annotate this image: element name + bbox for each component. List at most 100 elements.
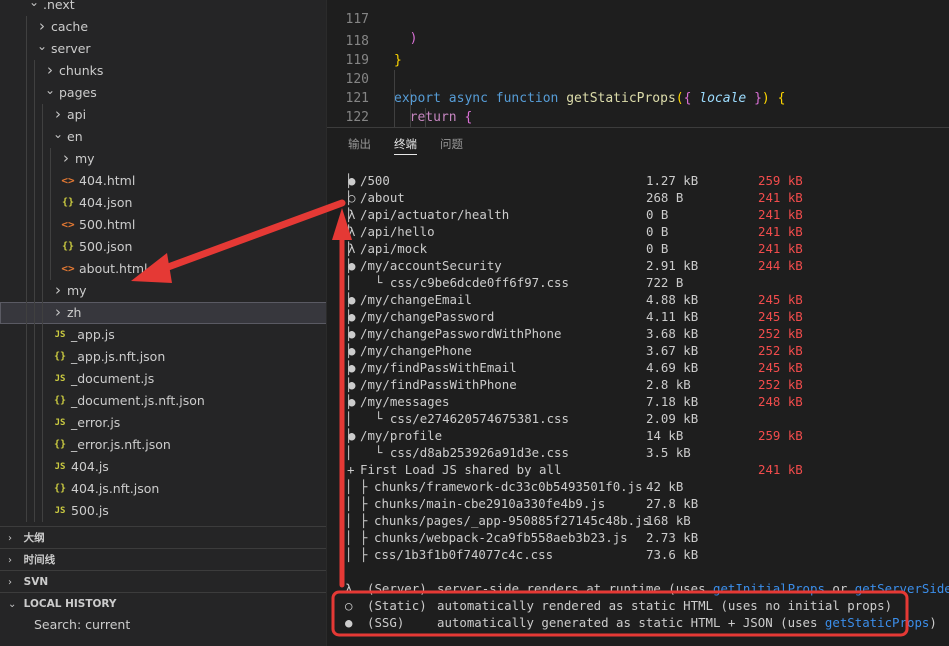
terminal-output[interactable]: │ ● /500 1.27 kB 259 kB │ ○ /about 268 B 241 kB │ λ… xyxy=(327,172,949,646)
tab-terminal[interactable]: 终端 xyxy=(394,135,417,155)
tree-item-label: 404.js xyxy=(71,459,109,474)
legend-desc-text: automatically generated as static HTML +… xyxy=(437,615,825,630)
tree-indent-guide xyxy=(34,258,35,280)
tree-indent-guide xyxy=(42,280,43,302)
route-size: 0 B xyxy=(646,207,669,222)
js-file-icon: JS xyxy=(54,462,66,472)
tab-output[interactable]: 输出 xyxy=(348,135,371,155)
legend-link[interactable]: getStaticProps xyxy=(825,615,929,630)
tree-file[interactable]: JS _document.js xyxy=(0,368,326,390)
route-size: 268 B xyxy=(646,190,684,205)
tree-folder[interactable]: › zh xyxy=(0,302,326,324)
tree-file[interactable]: JS 404.js xyxy=(0,456,326,478)
section-label: SVN xyxy=(23,576,49,588)
tree-folder[interactable]: ⌄ en xyxy=(0,126,326,148)
tree-file[interactable]: {} _app.js.nft.json xyxy=(0,346,326,368)
tree-item-label: my xyxy=(75,151,95,166)
chevron-right-icon: › xyxy=(47,61,53,79)
terminal-line: │ λ/api/hello 0 B 241 kB xyxy=(327,223,949,240)
terminal-line: │ ●/my/changePhone 3.67 kB 252 kB xyxy=(327,342,949,359)
terminal-line: │ ●/my/changeEmail 4.88 kB 245 kB xyxy=(327,291,949,308)
route-path: /my/changeEmail xyxy=(360,292,472,307)
indent-guide xyxy=(394,70,395,127)
route-first-load: 244 kB xyxy=(758,258,803,273)
section-timeline[interactable]: › 时间线 xyxy=(0,548,326,570)
tree-indent-guide xyxy=(34,434,35,456)
chevron-right-icon: › xyxy=(39,17,45,35)
tree-file[interactable]: {} _error.js.nft.json xyxy=(0,434,326,456)
tree-indent-guide xyxy=(26,258,27,280)
tree-file[interactable]: {} _document.js.nft.json xyxy=(0,390,326,412)
tree-indent-guide xyxy=(34,280,35,302)
tree-indent-guide xyxy=(26,192,27,214)
route-first-load: 252 kB xyxy=(758,377,803,392)
tree-indent-guide xyxy=(26,38,27,60)
tree-folder[interactable]: › my xyxy=(0,148,326,170)
shared-chunk-name: chunks/pages/_app-950885f27145c48b.js xyxy=(374,513,651,528)
tree-file[interactable]: <> 500.html xyxy=(0,214,326,236)
route-asset: └ css/d8ab253926a91d3e.css xyxy=(375,445,569,460)
terminal-line: │ └ css/d8ab253926a91d3e.css 3.5 kB xyxy=(327,444,949,461)
route-size: 0 B xyxy=(646,224,669,239)
legend-symbol: ○ xyxy=(345,598,353,613)
legend-link[interactable]: getInitialProps xyxy=(713,581,825,596)
section-label: 大纲 xyxy=(23,532,45,544)
shared-chunk-name: chunks/main-cbe2910a330fe4b9.js xyxy=(374,496,606,511)
tree-file[interactable]: <> 404.html xyxy=(0,170,326,192)
route-first-load: 252 kB xyxy=(758,343,803,358)
tree-item-label: _error.js.nft.json xyxy=(71,437,171,452)
tree-indent-guide xyxy=(42,500,43,522)
tree-item-label: about.html xyxy=(79,261,148,276)
tree-folder[interactable]: ⌄ server xyxy=(0,38,326,60)
tree-file[interactable]: JS 500.js xyxy=(0,500,326,522)
tree-indent-guide xyxy=(50,258,51,280)
tree-folder[interactable]: ⌄ pages xyxy=(0,82,326,104)
tree-file[interactable]: <> about.html xyxy=(0,258,326,280)
tree-indent-guide xyxy=(34,82,35,104)
section-svn[interactable]: › SVN xyxy=(0,570,326,592)
route-size: 2.91 kB xyxy=(646,258,699,273)
tree-indent-guide xyxy=(34,302,35,324)
route-first-load: 259 kB xyxy=(758,173,803,188)
tree-item-label: _document.js.nft.json xyxy=(71,393,205,408)
tree-item-label: zh xyxy=(67,305,82,320)
tree-folder[interactable]: › chunks xyxy=(0,60,326,82)
tree-indent-guide xyxy=(42,214,43,236)
local-history-search-item[interactable]: Search: current xyxy=(0,614,326,636)
shared-chunk-size: 168 kB xyxy=(646,513,691,528)
section-local-history[interactable]: ⌄ LOCAL HISTORY xyxy=(0,592,326,614)
chevron-right-icon: › xyxy=(55,281,61,299)
legend-link[interactable]: getServerSideProps xyxy=(855,581,949,596)
section-outline[interactable]: › 大纲 xyxy=(0,526,326,548)
chevron-right-icon: › xyxy=(55,303,61,321)
route-size: 4.11 kB xyxy=(646,309,699,324)
route-first-load: 259 kB xyxy=(758,428,803,443)
tree-file[interactable]: {} 404.js.nft.json xyxy=(0,478,326,500)
route-type-symbol: λ xyxy=(348,207,356,222)
tree-indent-guide xyxy=(34,324,35,346)
tree-indent-guide xyxy=(26,456,27,478)
legend-symbol: λ xyxy=(345,581,353,596)
tree-indent-guide xyxy=(42,390,43,412)
tree-indent-guide xyxy=(26,170,27,192)
tab-problems[interactable]: 问题 xyxy=(440,135,463,155)
chevron-right-icon: › xyxy=(63,149,69,167)
chevron-right-icon: › xyxy=(55,105,61,123)
tree-folder[interactable]: › api xyxy=(0,104,326,126)
tree-folder[interactable]: ⌄ .next xyxy=(0,0,326,16)
route-size: 0 B xyxy=(646,241,669,256)
tree-indent-guide xyxy=(34,104,35,126)
tree-file[interactable]: JS _app.js xyxy=(0,324,326,346)
tree-branch: ├ xyxy=(360,496,368,511)
bottom-panel: 输出 终端 问题 │ ● /500 1.27 kB 259 kB │ ○ /about 268 … xyxy=(327,127,949,646)
tree-indent-guide xyxy=(26,368,27,390)
terminal-line: │ ├ chunks/webpack-2ca9fb558aeb3b23.js 2.73… xyxy=(327,529,949,546)
tree-file[interactable]: {} 404.json xyxy=(0,192,326,214)
route-size: 2.09 kB xyxy=(646,411,699,426)
code-editor[interactable]: 117 ) 118 } 119 120 export async functio… xyxy=(327,0,949,127)
tree-folder[interactable]: › cache xyxy=(0,16,326,38)
indent-guide xyxy=(425,108,426,127)
tree-file[interactable]: JS _error.js xyxy=(0,412,326,434)
tree-folder[interactable]: › my xyxy=(0,280,326,302)
tree-file[interactable]: {} 500.json xyxy=(0,236,326,258)
